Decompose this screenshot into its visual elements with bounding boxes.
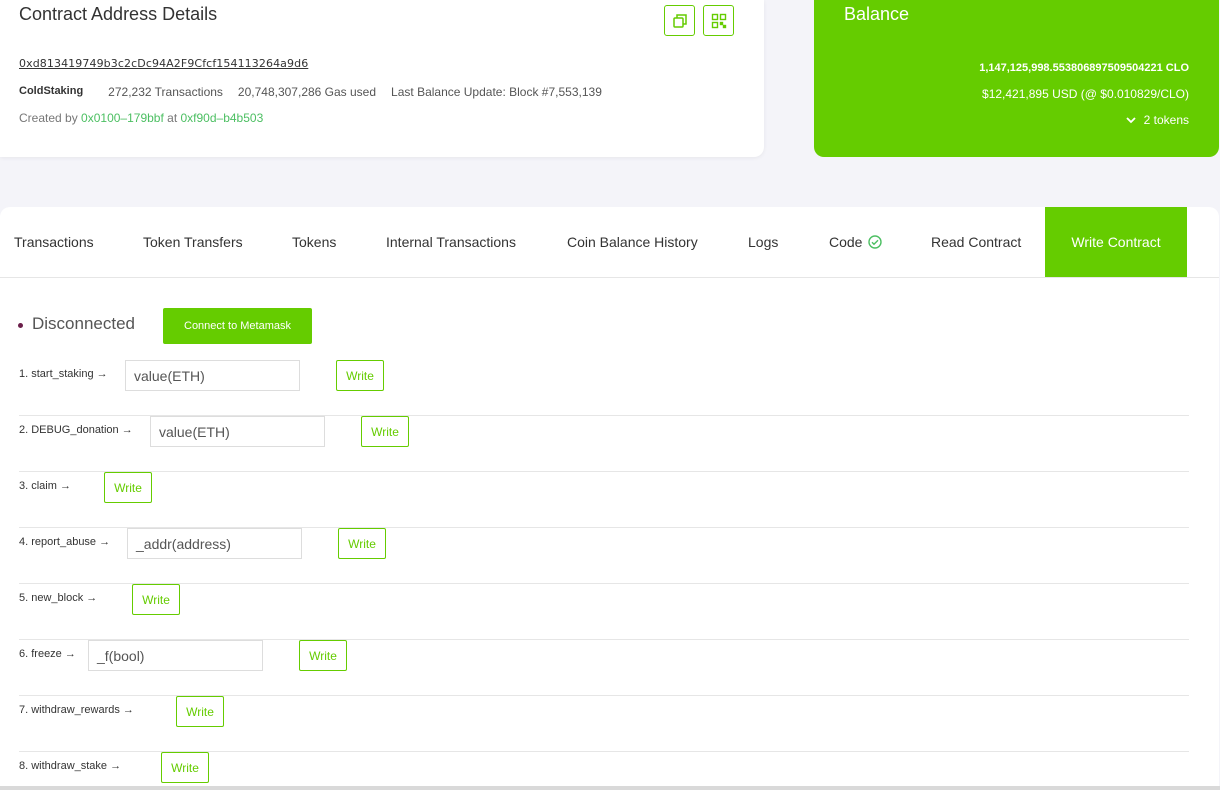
function-row-withdraw-stake: 8. withdraw_stake → Write (19, 752, 1189, 787)
function-label: 7. withdraw_rewards → (19, 704, 134, 716)
function-label: 6. freeze → (19, 648, 76, 660)
chevron-down-icon (1125, 117, 1136, 124)
function-label: 3. claim → (19, 480, 71, 492)
function-label: 5. new_block → (19, 592, 98, 604)
balance-usd-amount: $12,421,895 USD (@ $0.010829/CLO) (982, 87, 1189, 101)
write-button[interactable]: Write (338, 528, 386, 559)
balance-card: Balance 1,147,125,998.553806897509504221… (814, 0, 1219, 157)
function-row-freeze: 6. freeze → _f(bool) Write (19, 640, 1189, 696)
value-input[interactable]: value(ETH) (150, 416, 325, 447)
tokens-count: 2 tokens (1143, 113, 1189, 127)
write-button[interactable]: Write (132, 584, 180, 615)
function-label: 8. withdraw_stake → (19, 760, 122, 772)
gas-used: 20,748,307,286 Gas used (237, 85, 377, 99)
created-by-row: Created by 0x0100–179bbf at 0xf90d–b4b50… (19, 111, 263, 125)
contract-name: ColdStaking (19, 85, 84, 97)
tab-token-transfers[interactable]: Token Transfers (143, 207, 243, 277)
write-button[interactable]: Write (299, 640, 347, 671)
created-by-label: Created by (19, 111, 78, 125)
write-button[interactable]: Write (361, 416, 409, 447)
connection-status: Disconnected (18, 314, 135, 334)
write-button[interactable]: Write (336, 360, 384, 391)
connect-metamask-button[interactable]: Connect to Metamask (163, 308, 312, 344)
function-row-start-staking: 1. start_staking → value(ETH) Write (19, 360, 1189, 416)
tab-tokens[interactable]: Tokens (292, 207, 336, 277)
qr-code-button[interactable] (703, 5, 734, 36)
tab-read-contract[interactable]: Read Contract (931, 207, 1021, 277)
transaction-count: 272,232 Transactions (108, 85, 223, 99)
tab-code[interactable]: Code (829, 207, 883, 277)
bool-input[interactable]: _f(bool) (88, 640, 263, 671)
function-row-debug-donation: 2. DEBUG_donation → value(ETH) Write (19, 416, 1189, 472)
status-dot (18, 322, 23, 328)
function-row-report-abuse: 4. report_abuse → _addr(address) Write (19, 528, 1189, 584)
verified-check-icon (868, 235, 883, 249)
creator-address-link[interactable]: 0x0100–179bbf (81, 111, 164, 125)
tab-bar: Transactions Token Transfers Tokens Inte… (0, 207, 1219, 278)
balance-title: Balance (844, 4, 910, 24)
function-label: 4. report_abuse → (19, 536, 111, 548)
page-bottom-scrollbar (0, 786, 1220, 790)
write-button[interactable]: Write (161, 752, 209, 783)
address-input[interactable]: _addr(address) (127, 528, 302, 559)
at-label: at (167, 111, 178, 125)
tokens-dropdown[interactable]: 2 tokens (1125, 113, 1189, 127)
tab-code-label: Code (829, 234, 863, 250)
function-row-claim: 3. claim → Write (19, 472, 1189, 528)
write-button[interactable]: Write (104, 472, 152, 503)
balance-clo-amount: 1,147,125,998.553806897509504221 CLO (979, 62, 1189, 74)
contract-details-title: Contract Address Details (19, 4, 218, 24)
function-label: 2. DEBUG_donation → (19, 424, 133, 436)
value-input[interactable]: value(ETH) (125, 360, 300, 391)
contract-meta-row: ColdStaking 272,232 Transactions 20,748,… (19, 85, 602, 99)
creation-tx-link[interactable]: 0xf90d–b4b503 (181, 111, 264, 125)
contract-tabs-card: Transactions Token Transfers Tokens Inte… (0, 207, 1219, 790)
function-row-withdraw-rewards: 7. withdraw_rewards → Write (19, 696, 1189, 752)
contract-details-card: Contract Address Details 0xd813419749b3c… (0, 0, 764, 157)
status-text: Disconnected (32, 314, 136, 333)
tab-internal-transactions[interactable]: Internal Transactions (386, 207, 516, 277)
tab-transactions[interactable]: Transactions (14, 207, 94, 277)
tab-write-contract[interactable]: Write Contract (1045, 207, 1187, 277)
function-label: 1. start_staking → (19, 368, 108, 380)
tab-logs[interactable]: Logs (748, 207, 778, 277)
write-button[interactable]: Write (176, 696, 224, 727)
contract-address[interactable]: 0xd813419749b3c2cDc94A2F9Cfcf154113264a9… (19, 57, 308, 70)
function-row-new-block: 5. new_block → Write (19, 584, 1189, 640)
copy-address-button[interactable] (664, 5, 695, 36)
tab-coin-balance-history[interactable]: Coin Balance History (567, 207, 698, 277)
last-balance-update: Last Balance Update: Block #7,553,139 (391, 85, 602, 99)
copy-icon (672, 13, 687, 28)
qr-code-icon (711, 13, 726, 28)
